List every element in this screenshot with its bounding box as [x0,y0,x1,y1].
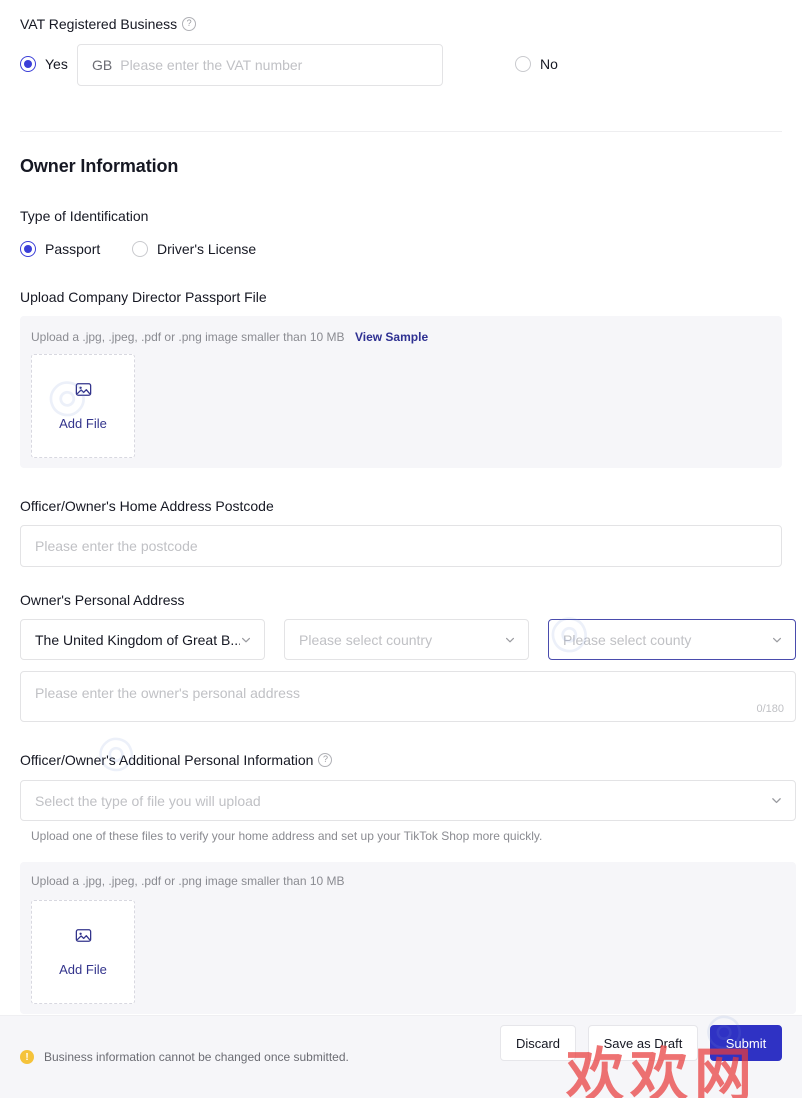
passport-label[interactable]: Passport [45,241,100,257]
form-footer-bar: ! Business information cannot be changed… [0,1015,802,1098]
discard-button[interactable]: Discard [500,1025,576,1061]
additional-file-type-placeholder: Select the type of file you will upload [35,792,261,809]
vat-number-input[interactable]: GB Please enter the VAT number [77,44,443,86]
question-circle-icon[interactable]: ? [318,752,333,767]
additional-info-hint: Upload one of these files to verify your… [31,829,543,843]
section-divider [20,131,782,132]
vat-yes-option[interactable]: Yes [20,56,68,72]
additional-info-label: Officer/Owner's Additional Personal Info… [20,752,314,768]
country-select-value: The United Kingdom of Great B... [35,631,240,648]
footer-note-row: ! Business information cannot be changed… [20,1050,349,1064]
footer-actions: Discard Save as Draft Submit [500,1025,782,1061]
submit-button[interactable]: Submit [710,1025,782,1061]
additional-add-file-button[interactable]: Add File [31,900,135,1004]
chevron-down-icon [771,634,783,646]
id-option-passport[interactable]: Passport [20,241,100,257]
vat-no-radio[interactable] [515,56,531,72]
personal-address-label: Owner's Personal Address [20,592,185,608]
footer-note-text: Business information cannot be changed o… [44,1050,349,1064]
upload-passport-label: Upload Company Director Passport File [20,289,267,305]
type-of-identification-label: Type of Identification [20,208,149,224]
passport-add-file-label: Add File [59,416,107,431]
view-sample-link[interactable]: View Sample [355,330,428,344]
additional-info-label-row: Officer/Owner's Additional Personal Info… [20,750,333,770]
additional-add-file-label: Add File [59,962,107,977]
id-option-drivers-license[interactable]: Driver's License [132,241,256,257]
vat-yes-radio[interactable] [20,56,36,72]
additional-file-type-select[interactable]: Select the type of file you will upload [20,780,796,821]
region-select-placeholder: Please select country [299,631,433,648]
passport-radio[interactable] [20,241,36,257]
additional-upload-hint: Upload a .jpg, .jpeg, .pdf or .png image… [31,874,345,888]
passport-add-file-button[interactable]: Add File [31,354,135,458]
save-draft-button[interactable]: Save as Draft [588,1025,698,1061]
chevron-down-icon [240,634,252,646]
passport-upload-panel: Upload a .jpg, .jpeg, .pdf or .png image… [20,316,782,468]
vat-yes-label[interactable]: Yes [45,56,68,72]
image-placeholder-icon [75,381,92,403]
vat-label-row: VAT Registered Business? [20,14,197,34]
drivers-license-label[interactable]: Driver's License [157,241,256,257]
vat-no-option[interactable]: No [515,56,558,72]
image-placeholder-icon [75,927,92,949]
owner-information-title: Owner Information [20,156,179,176]
chevron-down-icon [504,634,516,646]
business-information-form: VAT Registered Business? Yes GB Please e… [0,0,802,1098]
additional-upload-panel: Upload a .jpg, .jpeg, .pdf or .png image… [20,862,796,1014]
postcode-placeholder: Please enter the postcode [35,538,198,554]
vat-registered-label: VAT Registered Business [20,16,178,32]
postcode-label: Officer/Owner's Home Address Postcode [20,498,274,514]
personal-address-counter: 0/180 [756,703,784,715]
vat-number-placeholder: Please enter the VAT number [120,57,303,73]
passport-upload-hint-row: Upload a .jpg, .jpeg, .pdf or .png image… [31,328,428,346]
personal-address-placeholder: Please enter the owner's personal addres… [35,685,300,701]
county-select[interactable]: Please select county [548,619,796,660]
personal-address-textarea[interactable]: Please enter the owner's personal addres… [20,671,796,722]
question-circle-icon[interactable]: ? [182,16,197,31]
vat-country-prefix: GB [92,57,113,73]
region-select[interactable]: Please select country [284,619,529,660]
vat-no-label[interactable]: No [540,56,558,72]
country-select[interactable]: The United Kingdom of Great B... [20,619,265,660]
passport-upload-hint: Upload a .jpg, .jpeg, .pdf or .png image… [31,330,345,344]
drivers-license-radio[interactable] [132,241,148,257]
postcode-input[interactable]: Please enter the postcode [20,525,782,567]
chevron-down-icon [770,794,783,807]
warning-circle-icon: ! [20,1050,34,1064]
county-select-placeholder: Please select county [563,631,692,648]
